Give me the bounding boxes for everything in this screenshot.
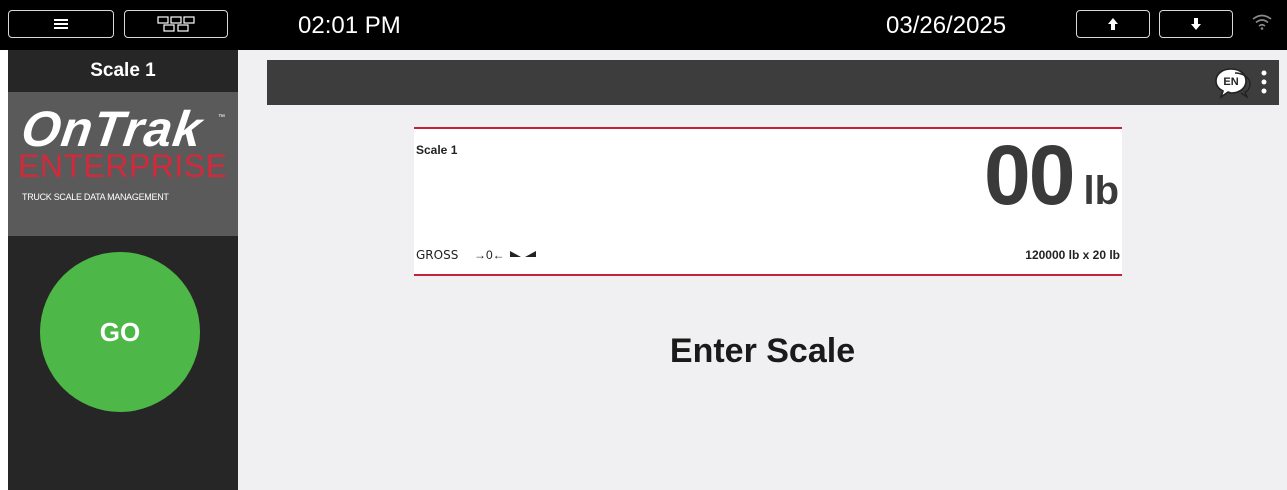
- motion-indicator-icon: [510, 251, 536, 257]
- language-code: EN: [1223, 76, 1238, 88]
- scale-grid-button[interactable]: [124, 10, 228, 38]
- clock-date: 03/26/2025: [886, 12, 1007, 39]
- display-scale-name: Scale 1: [416, 143, 458, 157]
- gross-mode-label: GROSS: [416, 248, 459, 262]
- main-panel: EN Scale 1 00 lb GROSS →0← 120000 lb x 2…: [238, 50, 1287, 490]
- header-bar: EN: [267, 60, 1279, 105]
- arrow-up-icon: [1108, 18, 1118, 30]
- capacity-label: 120000 lb x 20 lb: [1025, 248, 1120, 262]
- grid-icon: [157, 16, 195, 32]
- sidebar-scale-title: Scale 1: [90, 60, 156, 81]
- go-button[interactable]: GO: [40, 252, 200, 412]
- weight-value: 00: [984, 128, 1075, 222]
- language-icon[interactable]: EN: [1213, 66, 1253, 100]
- scroll-down-button[interactable]: [1159, 10, 1233, 38]
- status-message: Enter Scale: [669, 332, 856, 370]
- sidebar: Scale 1 OnTrak ™ ENTERPRISE TRUCK SCALE …: [8, 50, 238, 490]
- scroll-up-button[interactable]: [1076, 10, 1150, 38]
- menu-button[interactable]: [8, 10, 114, 38]
- logo-trademark: ™: [218, 114, 225, 121]
- clock-time: 02:01 PM: [298, 12, 401, 39]
- kebab-menu-icon[interactable]: [1261, 70, 1267, 94]
- logo-tagline: TRUCK SCALE DATA MANAGEMENT: [22, 192, 169, 202]
- center-of-zero-indicator: →0←: [474, 248, 505, 262]
- logo-subtitle: ENTERPRISE: [18, 148, 228, 184]
- ontrak-logo: OnTrak ™ ENTERPRISE TRUCK SCALE DATA MAN…: [8, 92, 238, 236]
- weight-unit: lb: [1083, 169, 1119, 213]
- arrow-down-icon: [1191, 18, 1201, 30]
- weight-readout: 00 lb: [984, 133, 1119, 217]
- logo-brand: OnTrak: [18, 101, 207, 157]
- hamburger-icon: [54, 19, 68, 29]
- wifi-icon: [1252, 14, 1272, 30]
- top-bar: 02:01 PM 03/26/2025: [0, 0, 1287, 50]
- weight-display: Scale 1 00 lb GROSS →0← 120000 lb x 20 l…: [414, 127, 1122, 276]
